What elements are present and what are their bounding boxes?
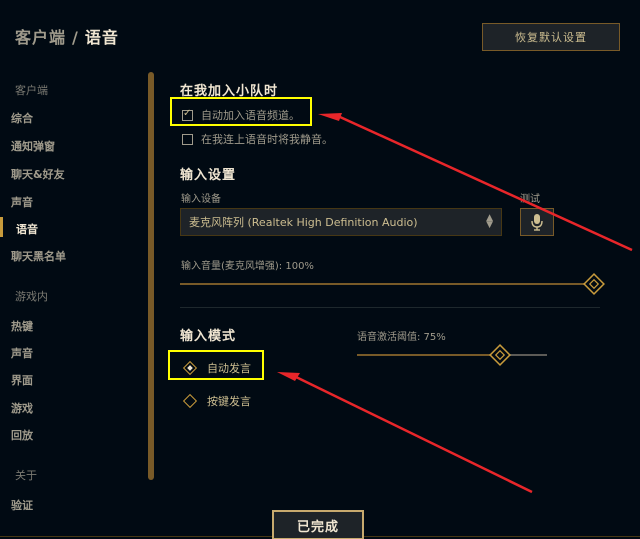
microphone-icon <box>531 214 543 231</box>
mute-on-join-label: 在我连上语音时将我静音。 <box>201 133 333 146</box>
done-button[interactable]: 已完成 <box>272 510 364 539</box>
test-label: 测试 <box>520 194 540 205</box>
breadcrumb: 客户端 / 语音 <box>15 24 119 48</box>
push-to-talk-option[interactable]: 按键发言 <box>182 393 251 409</box>
mute-on-join-checkbox[interactable]: 在我连上语音时将我静音。 <box>182 131 333 147</box>
input-device-value: 麦克风阵列 (Realtek High Definition Audio) <box>189 216 418 229</box>
input-settings-title: 输入设置 <box>180 168 237 183</box>
sidebar-group-about: 关于 <box>15 469 37 482</box>
annotation-highlight-box <box>170 97 312 126</box>
sidebar-active-indicator <box>0 217 3 237</box>
breadcrumb-parent[interactable]: 客户端 <box>15 28 66 47</box>
sidebar-item-replays[interactable]: 回放 <box>11 427 33 443</box>
activation-threshold-slider[interactable] <box>357 354 547 356</box>
sidebar-item-game[interactable]: 游戏 <box>11 400 33 416</box>
input-device-select[interactable]: 麦克风阵列 (Realtek High Definition Audio) ▲ ▼ <box>180 208 502 236</box>
sidebar-scrollbar[interactable] <box>148 72 154 480</box>
sidebar-group-client: 客户端 <box>15 84 48 97</box>
input-volume-label: 输入音量(麦克风增强): 100% <box>181 261 314 272</box>
input-device-label: 输入设备 <box>181 194 221 205</box>
radio-unselected-icon[interactable] <box>182 393 198 409</box>
sidebar-item-notifications[interactable]: 通知弹窗 <box>11 138 55 154</box>
sidebar-item-verification[interactable]: 验证 <box>11 497 33 513</box>
breadcrumb-separator: / <box>72 28 79 47</box>
sidebar-item-interface[interactable]: 界面 <box>11 372 33 388</box>
input-volume-fill <box>180 283 594 285</box>
annotation-highlight-box <box>168 350 264 380</box>
activation-threshold-label: 语音激活阈值: 75% <box>357 332 446 343</box>
sidebar-group-ingame: 游戏内 <box>15 290 48 303</box>
sidebar-item-ingame-sound[interactable]: 声音 <box>11 345 33 361</box>
mic-test-button[interactable] <box>520 208 554 236</box>
page-title: 语音 <box>84 28 119 47</box>
sidebar-item-hotkeys[interactable]: 热键 <box>11 318 33 334</box>
sidebar-item-general[interactable]: 综合 <box>11 110 33 126</box>
settings-sidebar: 客户端 综合 通知弹窗 聊天&好友 声音 语音 聊天黑名单 游戏内 热键 声音 … <box>0 72 150 512</box>
annotation-arrow-top <box>318 113 342 121</box>
push-to-talk-label: 按键发言 <box>207 395 251 408</box>
select-chevron-icon: ▲ ▼ <box>486 213 493 230</box>
sidebar-item-voice[interactable]: 语音 <box>16 221 38 237</box>
annotation-arrow-bottom <box>277 372 300 381</box>
sidebar-item-block-list[interactable]: 聊天黑名单 <box>11 248 66 264</box>
sidebar-item-sound[interactable]: 声音 <box>11 194 33 210</box>
checkbox-unchecked-icon[interactable] <box>182 133 193 145</box>
sidebar-item-chat-friends[interactable]: 聊天&好友 <box>11 166 65 182</box>
restore-defaults-button[interactable]: 恢复默认设置 <box>482 23 620 51</box>
activation-threshold-fill <box>357 354 500 356</box>
input-mode-title: 输入模式 <box>180 329 237 344</box>
input-volume-knob[interactable] <box>583 273 605 295</box>
activation-threshold-knob[interactable] <box>488 344 511 366</box>
annotation-arrow-bottom-shaft <box>295 375 533 494</box>
input-volume-slider[interactable] <box>180 283 594 285</box>
section-divider <box>180 307 600 308</box>
